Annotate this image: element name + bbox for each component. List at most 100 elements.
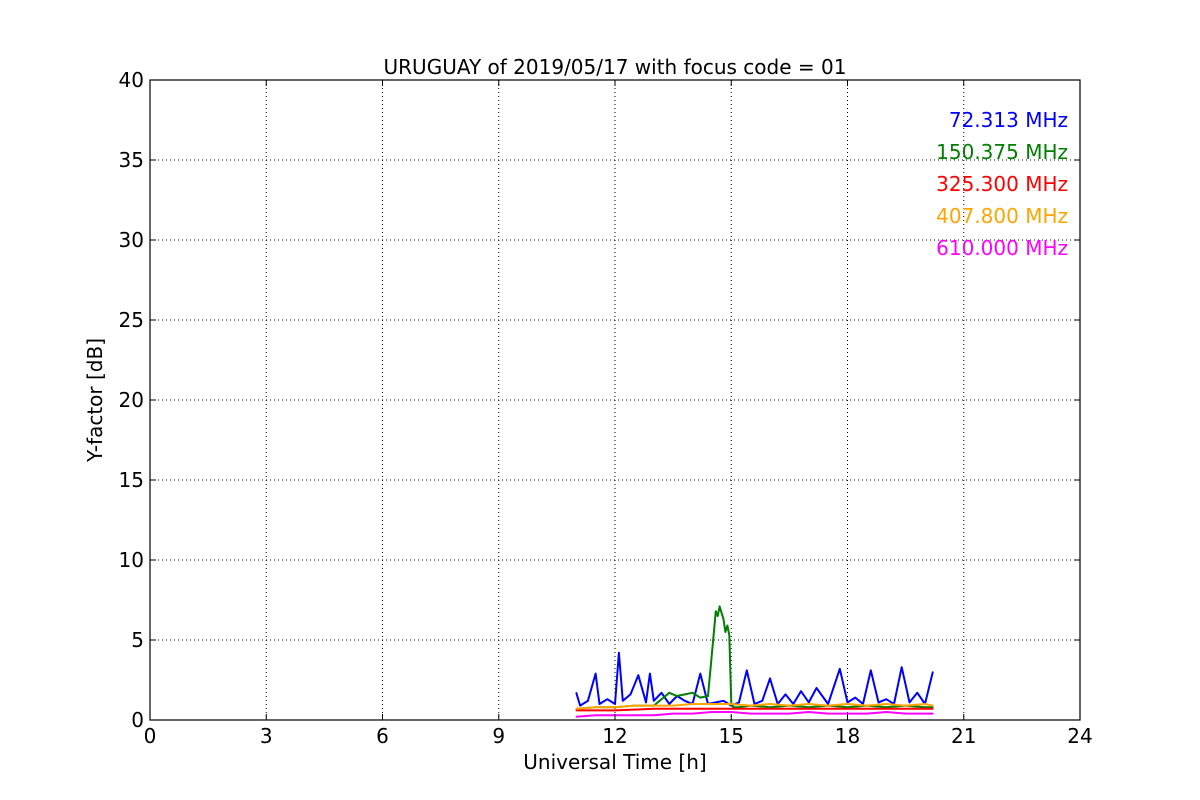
series-point (916, 692, 919, 694)
series-point (769, 677, 771, 680)
series-point (575, 692, 578, 694)
y-tick-label: 15 (119, 468, 144, 492)
series-point (594, 672, 597, 675)
series-point (885, 706, 888, 708)
x-tick-label: 24 (1067, 724, 1092, 748)
y-tick-label: 10 (119, 548, 144, 572)
series-point (711, 703, 713, 705)
series-point (691, 692, 694, 694)
series-point (691, 703, 694, 705)
series-line-72-313-mhz (575, 651, 934, 707)
series-point (715, 701, 717, 704)
legend-entry: 610.000 MHz (936, 236, 1068, 260)
series-point (598, 703, 601, 705)
series-point (676, 695, 678, 697)
series-point (653, 708, 655, 710)
series-point (800, 690, 802, 692)
series-point (749, 712, 752, 715)
x-tick-label: 6 (376, 724, 389, 748)
series-point (728, 634, 731, 636)
series-point (866, 712, 868, 715)
series-point (730, 703, 733, 705)
series-point (629, 693, 632, 696)
series-point (808, 711, 810, 713)
series-point (716, 615, 719, 617)
series-point (746, 669, 748, 672)
series-point (718, 605, 721, 608)
series-point (870, 669, 872, 672)
series-point (722, 618, 725, 620)
series-point (846, 706, 849, 708)
x-tick-label: 21 (951, 724, 976, 748)
series-point (732, 706, 734, 708)
legend: 72.313 MHz 150.375 MHz 325.300 MHz 407.800 … (936, 108, 1068, 260)
series-point (668, 692, 671, 694)
series-point (579, 704, 581, 707)
series-point (900, 666, 903, 668)
series-point (761, 700, 764, 702)
series-point (904, 704, 907, 707)
series-point (769, 706, 771, 708)
series-point (653, 700, 655, 702)
series-point (808, 701, 810, 704)
series-point (637, 674, 640, 676)
series-point (769, 712, 771, 715)
series-point (614, 706, 616, 708)
series-point (660, 692, 663, 694)
series-point (827, 712, 829, 715)
series-point (594, 714, 597, 716)
series-point (668, 703, 671, 705)
x-tick-label: 0 (144, 724, 157, 748)
series-line-610-000-mhz (576, 711, 933, 718)
series-point (653, 714, 655, 716)
series-point (738, 706, 740, 708)
series-point (711, 711, 713, 713)
series-point (618, 652, 620, 654)
legend-entry: 407.800 MHz (936, 204, 1068, 228)
series-point (866, 704, 868, 707)
series-point (877, 701, 880, 704)
series-point (614, 703, 616, 705)
series-point (691, 708, 694, 710)
series-point (885, 698, 888, 700)
series-point (808, 703, 810, 705)
y-tick-label: 30 (119, 228, 144, 252)
x-tick-label: 15 (719, 724, 744, 748)
series-point (846, 703, 849, 705)
series-point (924, 708, 926, 710)
legend-entry: 72.313 MHz (949, 108, 1068, 132)
series-point (932, 704, 934, 707)
series-point (846, 701, 849, 704)
series-point (885, 703, 888, 705)
series-point (726, 624, 729, 627)
series-point (699, 672, 702, 675)
series-point (653, 704, 655, 707)
series-point (575, 709, 578, 712)
series-point (788, 712, 791, 715)
series-point (672, 712, 674, 715)
series-point (715, 610, 717, 612)
y-tick-label: 5 (131, 628, 144, 652)
series-line-150-375-mhz (576, 605, 933, 710)
series-point (575, 716, 578, 718)
series-point (827, 704, 829, 707)
series-point (730, 711, 733, 713)
series-group (575, 605, 934, 718)
y-tick-label: 40 (119, 68, 144, 92)
x-tick-label: 3 (260, 724, 273, 748)
series-point (854, 696, 857, 699)
series-point (908, 701, 911, 704)
series-point (699, 696, 702, 699)
x-tick-label: 12 (602, 724, 627, 748)
y-tick-label: 0 (131, 708, 144, 732)
series-point (606, 698, 609, 700)
series-point (885, 711, 888, 713)
series-point (738, 701, 740, 704)
series-point (633, 714, 636, 716)
series-line-325-300-mhz (576, 707, 933, 712)
series-point (769, 708, 771, 710)
legend-entry: 150.375 MHz (936, 140, 1068, 164)
series-point (575, 708, 578, 710)
series-point (808, 706, 810, 708)
series-point (885, 708, 888, 710)
